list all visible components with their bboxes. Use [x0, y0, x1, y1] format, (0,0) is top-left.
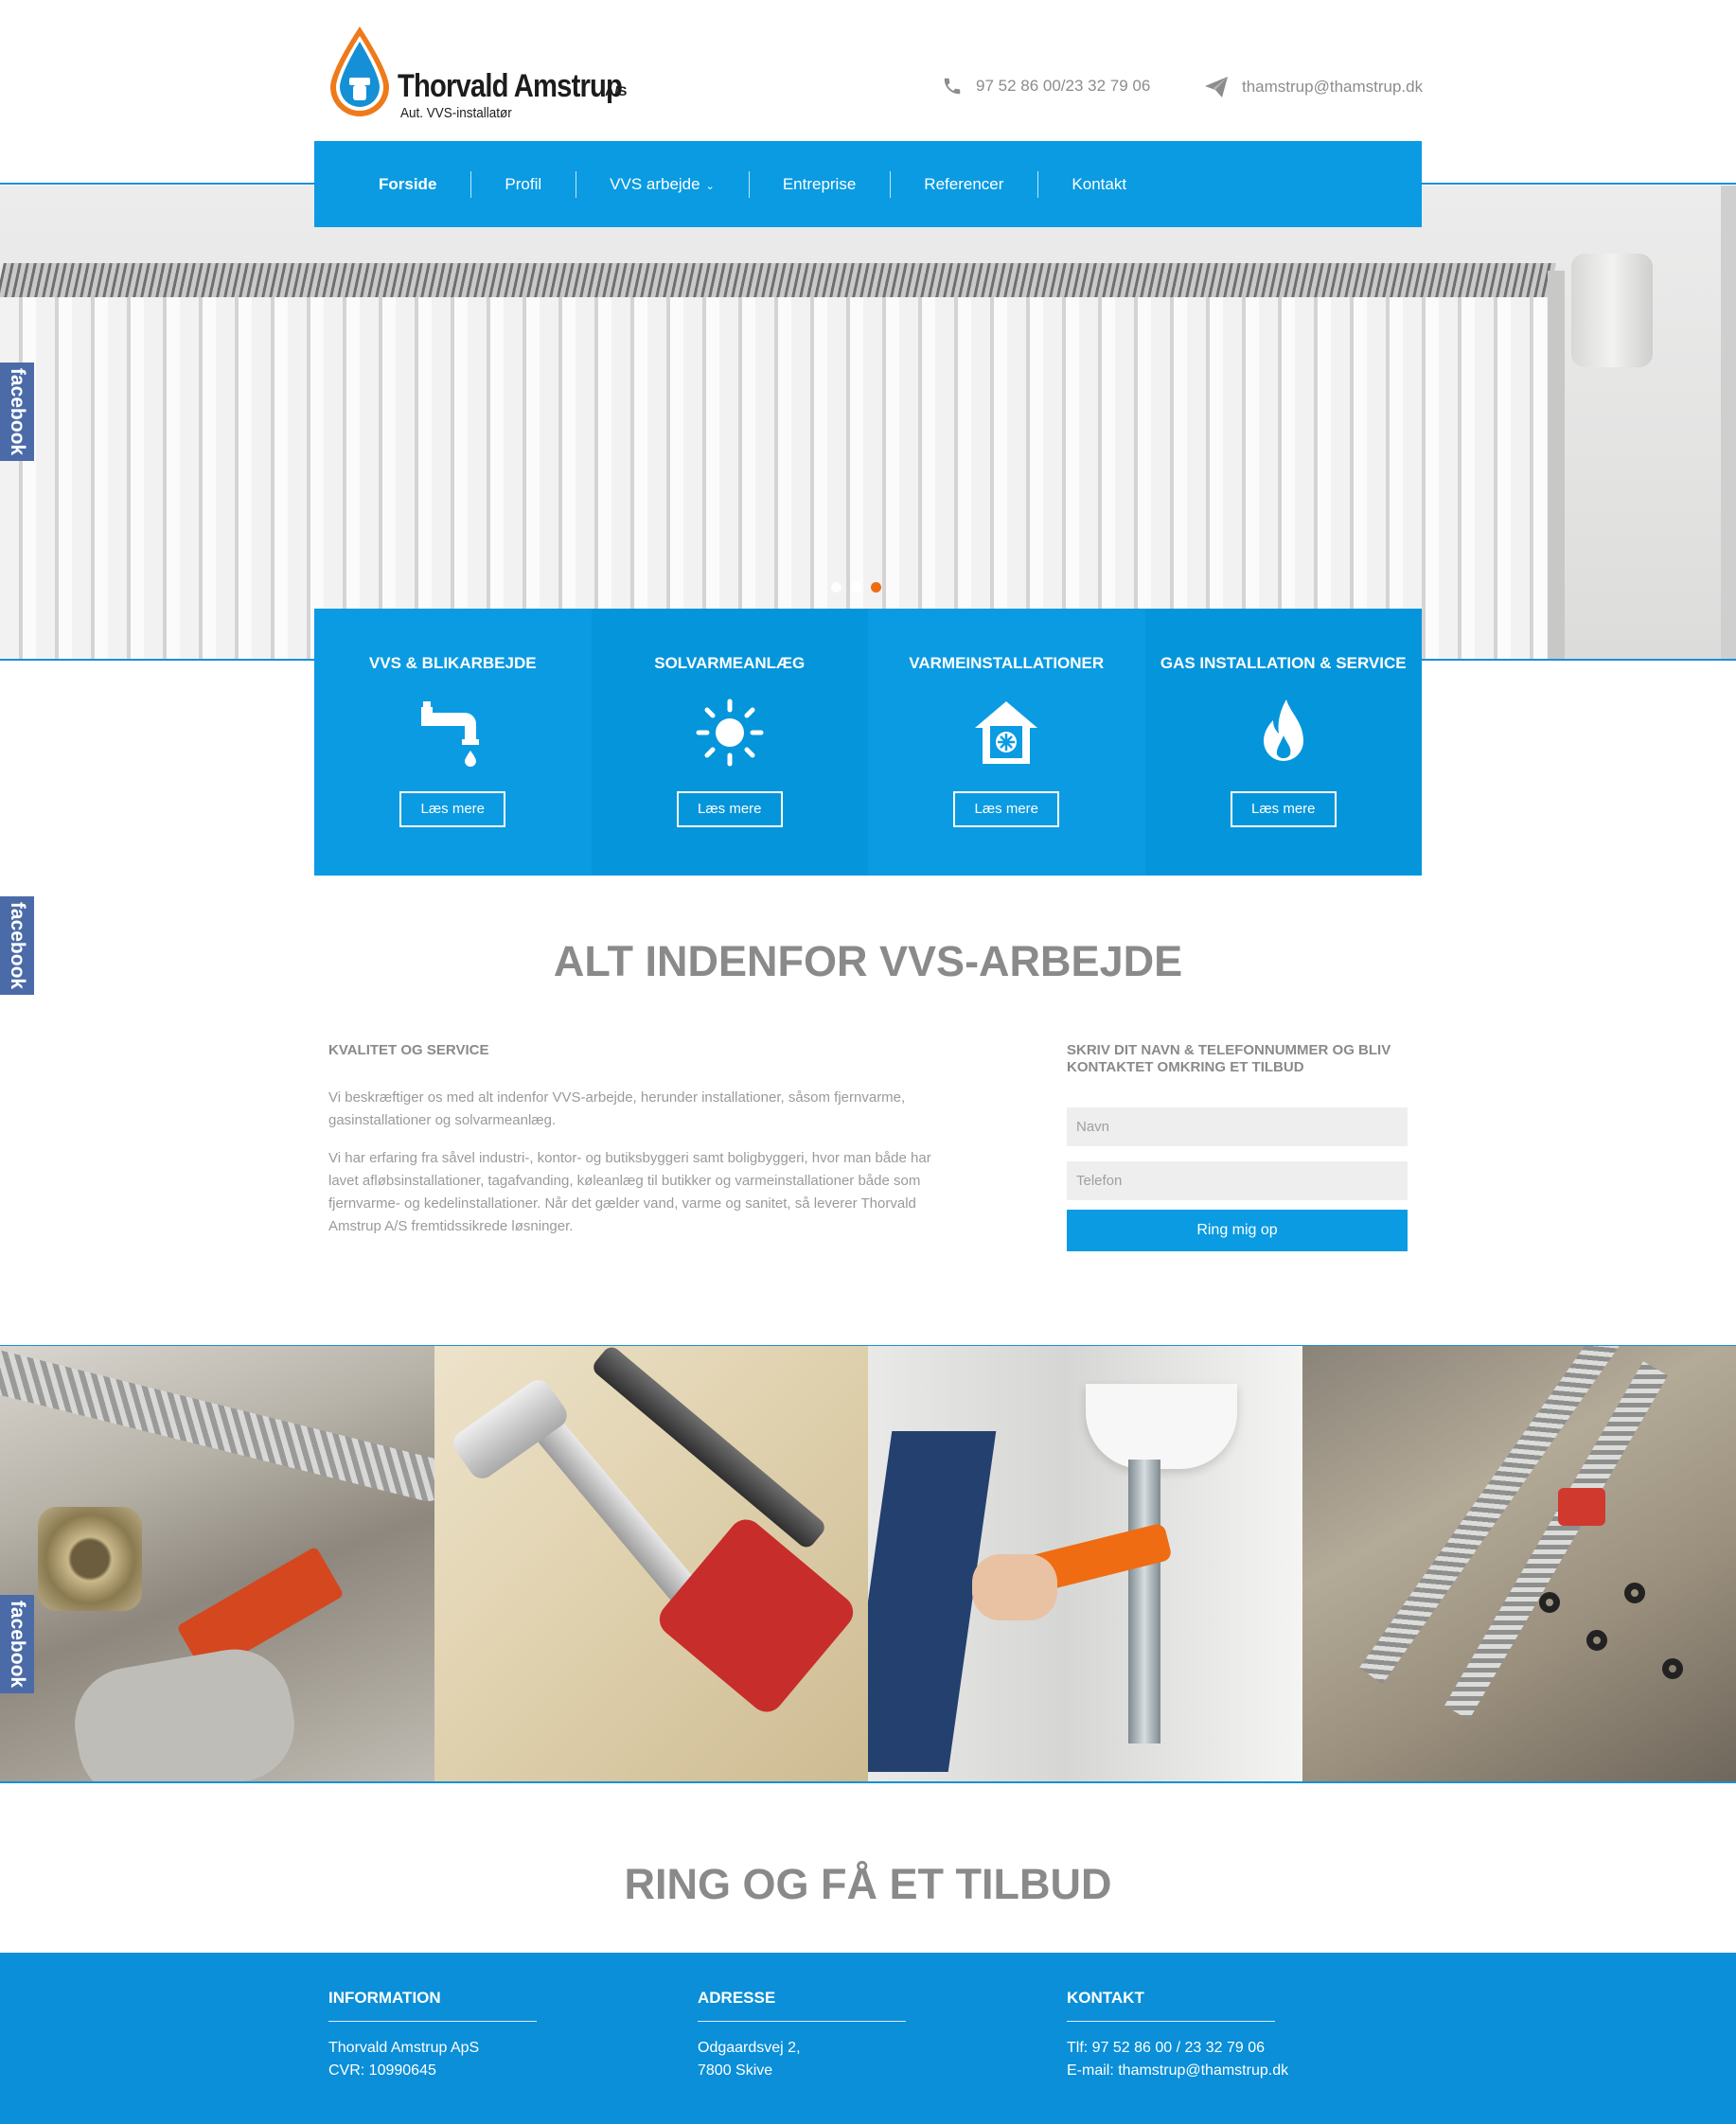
- logo-name: Thorvald Amstrup: [398, 68, 623, 104]
- main-nav: Forside Profil VVS arbejde ⌄ Entreprise R…: [314, 141, 1422, 227]
- slider-dot-3[interactable]: [871, 582, 881, 593]
- radiator-grille: [0, 263, 1556, 297]
- phone-input[interactable]: Telefon: [1067, 1161, 1408, 1200]
- slider-dot-2[interactable]: [851, 582, 861, 593]
- site-footer: INFORMATION Thorvald Amstrup ApS CVR: 10…: [0, 1953, 1736, 2124]
- header-email[interactable]: thamstrup@thamstrup.dk: [1204, 76, 1423, 98]
- nav-item-referencer[interactable]: Referencer: [890, 170, 1037, 198]
- intro-subheading: KVALITET OG SERVICE: [328, 1042, 489, 1058]
- service-boxes: VVS & BLIKARBEJDE Læs mere SOLVARMEANLÆG…: [314, 609, 1422, 876]
- gallery-image-fittings: [0, 1346, 434, 1782]
- read-more-button[interactable]: Læs mere: [399, 791, 506, 827]
- flame-icon: [1263, 699, 1303, 761]
- logo-tagline: Aut. VVS-installatør: [400, 105, 512, 121]
- footer-email-link[interactable]: E-mail: thamstrup@thamstrup.dk: [1067, 2060, 1288, 2082]
- service-title: VVS & BLIKARBEJDE: [368, 654, 537, 672]
- gallery-image-wrenches: [434, 1346, 868, 1782]
- hero-wall: [1721, 186, 1736, 660]
- service-box-gas: GAS INSTALLATION & SERVICE Læs mere: [1144, 609, 1422, 876]
- radiator-image: [0, 297, 1552, 660]
- callback-form-heading: SKRIV DIT NAVN & TELEFONNUMMER OG BLIV K…: [1067, 1042, 1391, 1075]
- nav-item-forside[interactable]: Forside: [345, 175, 470, 194]
- intro-heading: ALT INDENFOR VVS-ARBEJDE: [553, 937, 1183, 985]
- footer-address: ADRESSE Odgaardsvej 2, 7800 Skive: [698, 1989, 906, 2082]
- footer-city: 7800 Skive: [698, 2062, 773, 2079]
- service-box-solvarme: SOLVARMEANLÆG Læs mere: [591, 609, 868, 876]
- logo-suffix: A/S: [605, 83, 628, 98]
- read-more-button[interactable]: Læs mere: [676, 791, 783, 827]
- service-title: SOLVARMEANLÆG: [654, 654, 806, 672]
- phone-icon: [944, 78, 961, 95]
- chevron-down-icon: ⌄: [705, 180, 715, 192]
- header-phone[interactable]: 97 52 86 00/23 32 79 06: [942, 76, 1150, 97]
- slider-dots: [831, 582, 881, 593]
- footer-information: INFORMATION Thorvald Amstrup ApS CVR: 10…: [328, 1989, 537, 2082]
- name-input[interactable]: Navn: [1067, 1107, 1408, 1146]
- call-me-button[interactable]: Ring mig op: [1067, 1210, 1408, 1251]
- service-title: VARMEINSTALLATIONER: [909, 654, 1105, 672]
- gallery-image-sink-pipe: [868, 1346, 1302, 1782]
- service-title: GAS INSTALLATION & SERVICE: [1160, 654, 1407, 672]
- read-more-button[interactable]: Læs mere: [953, 791, 1060, 827]
- service-box-varme: VARMEINSTALLATIONER Læs mere: [868, 609, 1145, 876]
- tools-gallery: [0, 1346, 1736, 1782]
- footer-company-name: Thorvald Amstrup ApS: [328, 2040, 480, 2056]
- footer-contact-title: KONTAKT: [1067, 1989, 1275, 2022]
- gallery-image-hoses-tools: [1302, 1346, 1736, 1782]
- footer-address-title: ADRESSE: [698, 1989, 906, 2022]
- radiator-side: [1548, 271, 1565, 660]
- gallery-bottom-rule: [0, 1781, 1736, 1783]
- footer-contact: KONTAKT Tlf: 97 52 86 00 / 23 32 79 06 E…: [1067, 1989, 1288, 2082]
- ring-heading: RING OG FÅ ET TILBUD: [624, 1860, 1112, 1908]
- hero-slider[interactable]: [0, 186, 1736, 660]
- facebook-tab[interactable]: facebook: [0, 896, 34, 995]
- nav-item-vvs-arbejde[interactable]: VVS arbejde ⌄: [576, 170, 749, 198]
- footer-phone-link[interactable]: Tlf: 97 52 86 00 / 23 32 79 06: [1067, 2037, 1275, 2060]
- nav-item-profil[interactable]: Profil: [470, 170, 576, 198]
- footer-cvr: CVR: 10990645: [328, 2062, 436, 2079]
- read-more-button[interactable]: Læs mere: [1230, 791, 1337, 827]
- header-phone-text: 97 52 86 00/23 32 79 06: [976, 77, 1151, 95]
- faucet-icon: [421, 701, 480, 767]
- footer-information-title: INFORMATION: [328, 1989, 537, 2022]
- water-drop-logo-icon: [330, 27, 389, 116]
- nav-item-kontakt[interactable]: Kontakt: [1037, 170, 1160, 198]
- paper-plane-icon: [1205, 77, 1228, 97]
- footer-street: Odgaardsvej 2,: [698, 2040, 801, 2056]
- sun-icon: [696, 699, 764, 767]
- thermostat-valve: [1571, 254, 1653, 367]
- facebook-tab[interactable]: facebook: [0, 363, 34, 461]
- slider-dot-1[interactable]: [831, 582, 841, 593]
- house-heating-icon: [975, 701, 1038, 764]
- site-logo[interactable]: Thorvald Amstrup A/S Aut. VVS-installatø…: [327, 25, 629, 124]
- header-email-text: thamstrup@thamstrup.dk: [1242, 78, 1424, 96]
- intro-paragraph-1: Vi beskræftiger os med alt indenfor VVS-…: [328, 1089, 906, 1128]
- service-box-vvs: VVS & BLIKARBEJDE Læs mere: [314, 609, 592, 876]
- nav-item-entreprise[interactable]: Entreprise: [748, 170, 890, 198]
- facebook-tab[interactable]: facebook: [0, 1595, 34, 1693]
- intro-paragraph-2: Vi har erfaring fra såvel industri-, kon…: [328, 1150, 931, 1234]
